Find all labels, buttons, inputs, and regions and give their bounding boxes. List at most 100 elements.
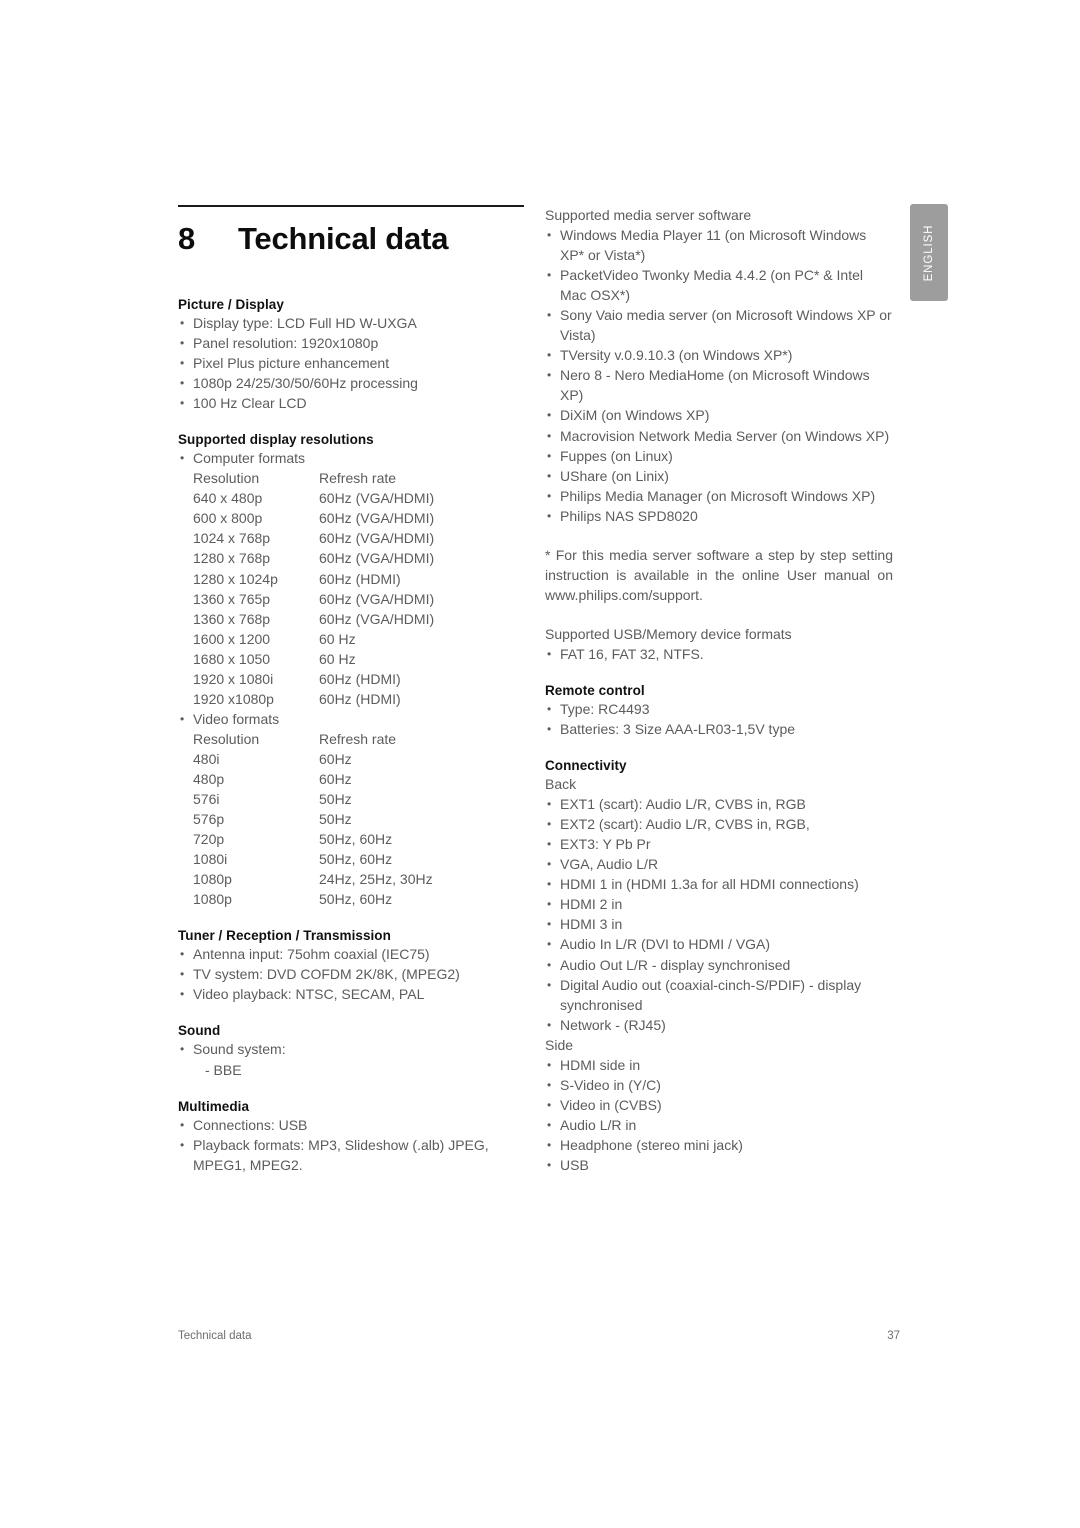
list-item: UShare (on Linix)	[545, 466, 893, 486]
cell-resolution: 1080p	[193, 891, 232, 908]
table-row: 1080i 50Hz, 60Hz	[193, 849, 519, 869]
table-row: 1920 x 1080i 60Hz (HDMI)	[193, 669, 519, 689]
cell-resolution: 1280 x 768p	[193, 550, 271, 567]
table-row: 480p 60Hz	[193, 769, 519, 789]
list-item: Pixel Plus picture enhancement	[178, 353, 526, 373]
table-row: 1920 x1080p 60Hz (HDMI)	[193, 689, 519, 709]
cell-resolution: 1920 x1080p	[193, 690, 274, 707]
language-tab: ENGLISH	[910, 204, 948, 301]
cell-refresh: 50Hz	[319, 791, 352, 808]
list-item: Digital Audio out (coaxial-cinch-S/PDIF)…	[545, 975, 893, 1015]
table-row: 1280 x 768p 60Hz (VGA/HDMI)	[193, 548, 519, 568]
list-item: 100 Hz Clear LCD	[178, 393, 526, 413]
video-formats-table: Resolution Refresh rate 480i 60Hz 480p 6…	[193, 729, 519, 909]
table-row: 1280 x 1024p 60Hz (HDMI)	[193, 569, 519, 589]
cell-resolution: 576i	[193, 791, 220, 808]
table-header-row: Resolution Refresh rate	[193, 468, 519, 488]
cell-resolution: 1080i	[193, 851, 228, 868]
computer-formats-list: Computer formats	[178, 448, 526, 468]
video-formats-list: Video formats	[178, 709, 526, 729]
list-item: Philips Media Manager (on Microsoft Wind…	[545, 486, 893, 506]
list-item: Display type: LCD Full HD W-UXGA	[178, 313, 526, 333]
list-item: Video in (CVBS)	[545, 1095, 893, 1115]
table-row: 576i 50Hz	[193, 789, 519, 809]
table-row: 1360 x 765p 60Hz (VGA/HDMI)	[193, 589, 519, 609]
cell-refresh: 50Hz	[319, 811, 352, 828]
list-item: EXT3: Y Pb Pr	[545, 834, 893, 854]
cell-resolution: 480p	[193, 770, 225, 787]
section-heading-connectivity: Connectivity	[545, 758, 627, 774]
list-item: TV system: DVD COFDM 2K/8K, (MPEG2)	[178, 964, 526, 984]
list-item: Type: RC4493	[545, 699, 893, 719]
list-item: DiXiM (on Windows XP)	[545, 405, 893, 425]
list-item: Audio Out L/R - display synchronised	[545, 955, 893, 975]
right-column: Supported media server software Windows …	[545, 205, 893, 1175]
list-item: Playback formats: MP3, Slideshow (.alb) …	[178, 1135, 526, 1175]
cell-resolution: 1360 x 768p	[193, 610, 271, 627]
table-header-row: Resolution Refresh rate	[193, 729, 519, 749]
list-item: VGA, Audio L/R	[545, 854, 893, 874]
table-row: 1680 x 1050 60 Hz	[193, 649, 519, 669]
cell-refresh: 60Hz (HDMI)	[319, 570, 401, 587]
cell-resolution: 1920 x 1080i	[193, 670, 274, 687]
cell-resolution: 640 x 480p	[193, 490, 263, 507]
list-item: HDMI 1 in (HDMI 1.3a for all HDMI connec…	[545, 874, 893, 894]
table-row: 1080p 24Hz, 25Hz, 30Hz	[193, 869, 519, 889]
chapter-heading: 8 Technical data	[178, 221, 526, 257]
footer-chapter-label: Technical data	[178, 1330, 252, 1342]
column-header: Resolution	[193, 470, 260, 487]
cell-refresh: 50Hz, 60Hz	[319, 891, 393, 908]
column-header: Refresh rate	[319, 470, 397, 487]
table-row: 1360 x 768p 60Hz (VGA/HDMI)	[193, 609, 519, 629]
connectivity-side-list: HDMI side in S-Video in (Y/C) Video in (…	[545, 1055, 893, 1175]
cell-refresh: 50Hz, 60Hz	[319, 831, 393, 848]
cell-resolution: 1024 x 768p	[193, 530, 271, 547]
connectivity-side-label: Side	[545, 1036, 574, 1053]
cell-resolution: 576p	[193, 811, 225, 828]
cell-refresh: 60Hz (HDMI)	[319, 690, 401, 707]
list-item: Audio In L/R (DVI to HDMI / VGA)	[545, 934, 893, 954]
cell-refresh: 60Hz	[319, 750, 352, 767]
cell-refresh: 60Hz (VGA/HDMI)	[319, 550, 435, 567]
list-item: EXT2 (scart): Audio L/R, CVBS in, RGB,	[545, 814, 893, 834]
list-item: Fuppes (on Linux)	[545, 446, 893, 466]
section-label-media-server: Supported media server software	[545, 207, 752, 223]
table-row: 640 x 480p 60Hz (VGA/HDMI)	[193, 488, 519, 508]
sound-list: Sound system:	[178, 1039, 526, 1059]
list-item: EXT1 (scart): Audio L/R, CVBS in, RGB	[545, 794, 893, 814]
section-heading-picture-display: Picture / Display	[178, 297, 284, 312]
list-item: TVersity v.0.9.10.3 (on Windows XP*)	[545, 345, 893, 365]
multimedia-list: Connections: USB Playback formats: MP3, …	[178, 1115, 526, 1175]
table-row: 1600 x 1200 60 Hz	[193, 629, 519, 649]
language-tab-label: ENGLISH	[923, 224, 935, 281]
usb-formats-list: FAT 16, FAT 32, NTFS.	[545, 644, 893, 664]
media-server-footnote: * For this media server software a step …	[545, 546, 893, 603]
cell-resolution: 1280 x 1024p	[193, 570, 278, 587]
cell-refresh: 60Hz	[319, 770, 352, 787]
list-item: S-Video in (Y/C)	[545, 1075, 893, 1095]
section-heading-tuner: Tuner / Reception / Transmission	[178, 928, 391, 944]
cell-refresh: 60Hz (HDMI)	[319, 670, 401, 687]
list-item: Video playback: NTSC, SECAM, PAL	[178, 984, 526, 1004]
list-item: 1080p 24/25/30/50/60Hz processing	[178, 373, 526, 393]
cell-refresh: 60Hz (VGA/HDMI)	[319, 510, 435, 527]
list-item: Windows Media Player 11 (on Microsoft Wi…	[545, 225, 893, 265]
cell-refresh: 60Hz (VGA/HDMI)	[319, 530, 435, 547]
list-item: Sound system:	[178, 1039, 526, 1059]
cell-resolution: 1680 x 1050	[193, 650, 271, 667]
sound-sub-item: - BBE	[205, 1061, 242, 1078]
list-item: USB	[545, 1155, 893, 1175]
page-footer: Technical data 37	[178, 1330, 900, 1342]
media-server-list: Windows Media Player 11 (on Microsoft Wi…	[545, 225, 893, 526]
list-item: FAT 16, FAT 32, NTFS.	[545, 644, 893, 664]
list-item: Philips NAS SPD8020	[545, 506, 893, 526]
cell-refresh: 60Hz (VGA/HDMI)	[319, 590, 435, 607]
cell-refresh: 60Hz (VGA/HDMI)	[319, 610, 435, 627]
list-item: HDMI 2 in	[545, 894, 893, 914]
